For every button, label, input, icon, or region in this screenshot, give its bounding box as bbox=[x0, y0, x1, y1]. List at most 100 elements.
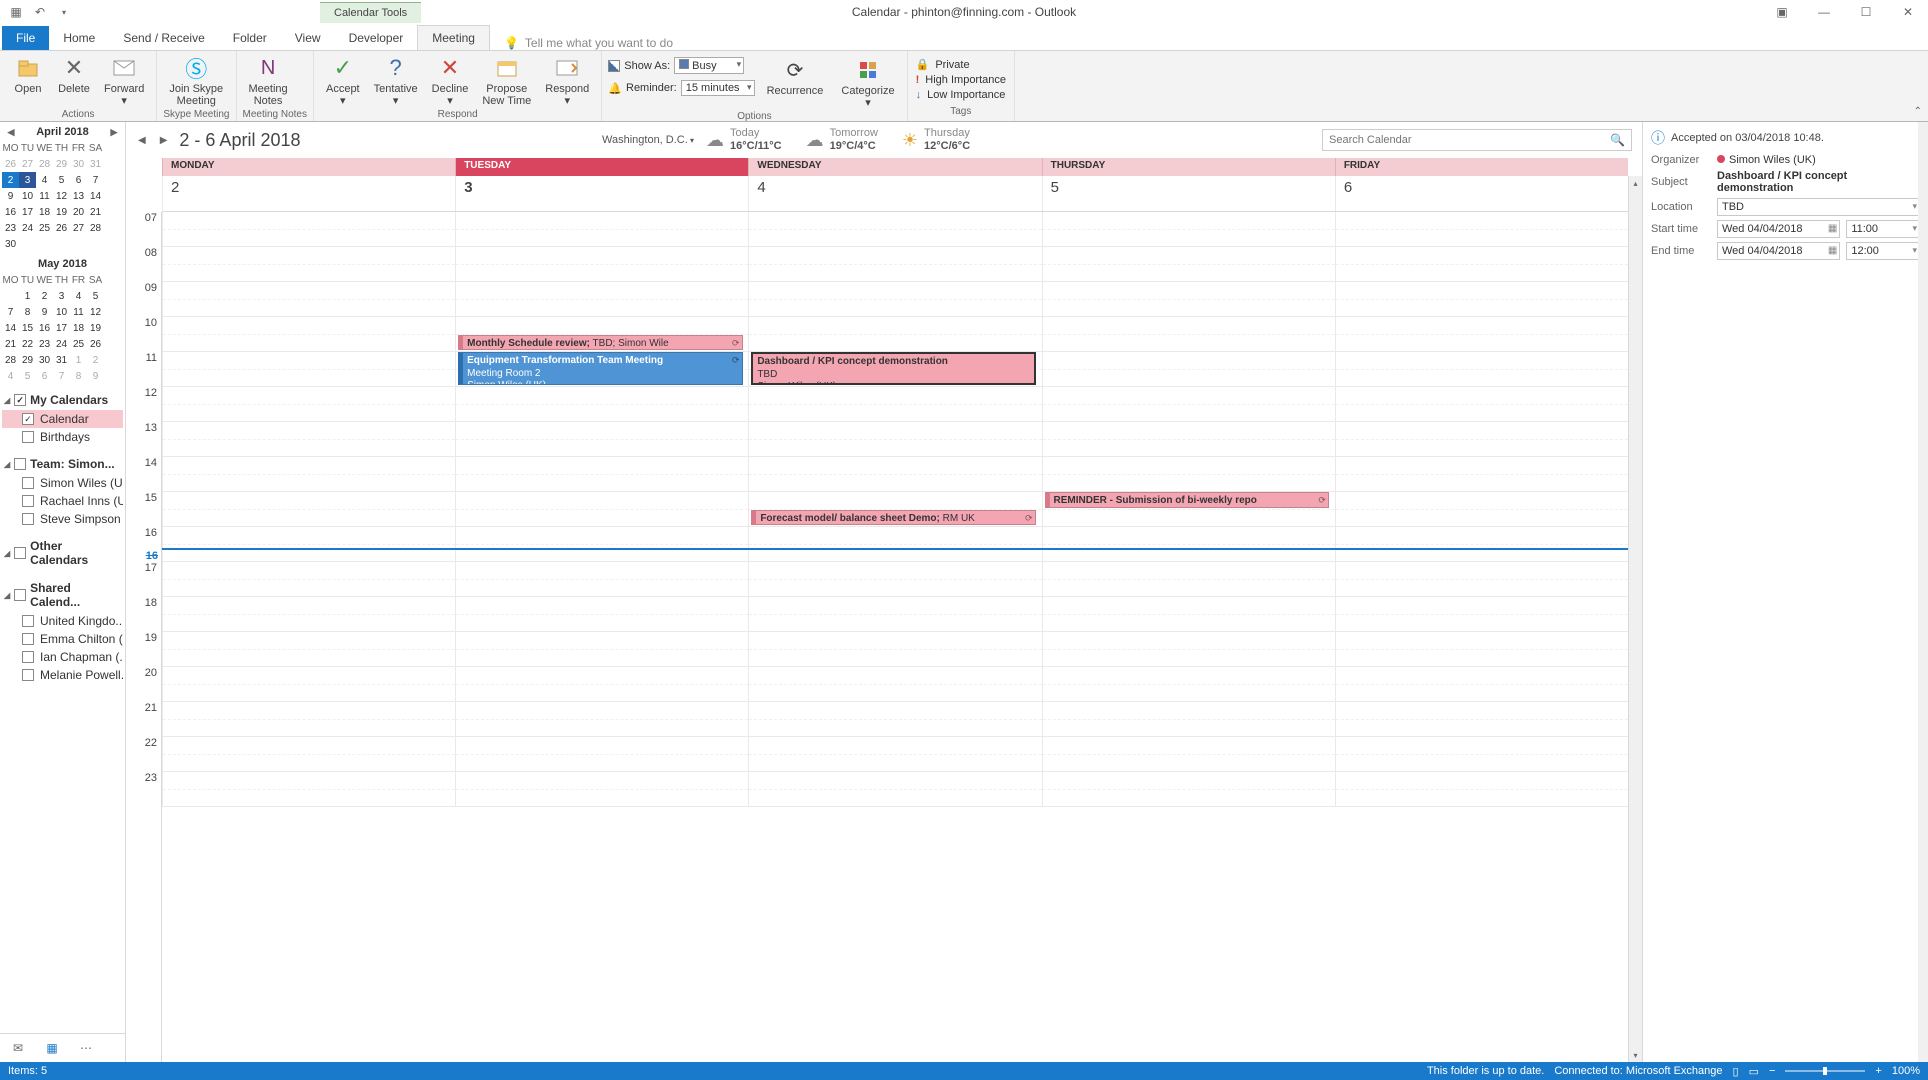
time-slot[interactable] bbox=[1042, 737, 1335, 772]
time-slot[interactable] bbox=[748, 422, 1041, 457]
time-slot[interactable] bbox=[1335, 387, 1628, 422]
time-slot[interactable] bbox=[748, 282, 1041, 317]
day-number[interactable]: 5 bbox=[1042, 176, 1335, 211]
vertical-scrollbar[interactable]: ▴ ▾ bbox=[1628, 176, 1642, 1062]
calendar-day[interactable]: 26 bbox=[53, 220, 70, 236]
calendar-item[interactable]: United Kingdo... bbox=[2, 612, 123, 630]
calendar-day[interactable] bbox=[87, 236, 104, 252]
search-box[interactable]: 🔍 bbox=[1322, 129, 1632, 151]
maximize-button[interactable]: ☐ bbox=[1846, 0, 1886, 24]
calendar-nav-icon[interactable]: ▦ bbox=[42, 1038, 62, 1058]
time-slot[interactable] bbox=[1042, 562, 1335, 597]
time-slot[interactable] bbox=[748, 387, 1041, 422]
time-slot[interactable] bbox=[162, 632, 455, 667]
calendar-day[interactable]: 7 bbox=[53, 368, 70, 384]
calendar-item[interactable]: Birthdays bbox=[2, 428, 123, 446]
next-week-button[interactable]: ▶ bbox=[158, 133, 170, 148]
calendar-day[interactable]: 14 bbox=[87, 188, 104, 204]
calendar-checkbox[interactable] bbox=[22, 615, 34, 627]
time-slot[interactable] bbox=[455, 562, 748, 597]
scroll-down-icon[interactable]: ▾ bbox=[1629, 1048, 1642, 1062]
time-slot[interactable] bbox=[455, 667, 748, 702]
time-slot[interactable] bbox=[1042, 352, 1335, 387]
high-importance-button[interactable]: !High Importance bbox=[914, 73, 1008, 87]
calendar-checkbox[interactable] bbox=[22, 633, 34, 645]
calendar-day[interactable]: 14 bbox=[2, 320, 19, 336]
calendar-item[interactable]: ✓Calendar bbox=[2, 410, 123, 428]
time-slot[interactable] bbox=[455, 632, 748, 667]
calendar-day[interactable]: 23 bbox=[36, 336, 53, 352]
calendar-day[interactable]: 16 bbox=[36, 320, 53, 336]
time-slot[interactable] bbox=[748, 562, 1041, 597]
time-slot[interactable] bbox=[1042, 422, 1335, 457]
calendar-day[interactable]: 25 bbox=[70, 336, 87, 352]
qat-undo-icon[interactable]: ↶ bbox=[32, 4, 48, 20]
day-number[interactable]: 3 bbox=[455, 176, 748, 211]
calendar-day[interactable]: 25 bbox=[36, 220, 53, 236]
calendar-group-header[interactable]: ◢Shared Calend... bbox=[2, 578, 123, 612]
calendar-day[interactable]: 30 bbox=[2, 236, 19, 252]
day-number[interactable]: 2 bbox=[162, 176, 455, 211]
calendar-day[interactable]: 30 bbox=[70, 156, 87, 172]
time-slot[interactable] bbox=[1042, 212, 1335, 247]
calendar-day[interactable]: 5 bbox=[87, 288, 104, 304]
tab-meeting[interactable]: Meeting bbox=[417, 25, 490, 50]
calendar-day[interactable] bbox=[36, 236, 53, 252]
calendar-day[interactable]: 10 bbox=[19, 188, 36, 204]
location-field[interactable]: TBD▾ bbox=[1717, 198, 1920, 216]
time-slot[interactable] bbox=[748, 527, 1041, 562]
time-slot[interactable] bbox=[748, 772, 1041, 807]
time-slot[interactable] bbox=[162, 527, 455, 562]
calendar-day[interactable]: 1 bbox=[70, 352, 87, 368]
calendar-day[interactable]: 29 bbox=[19, 352, 36, 368]
ribbon-display-icon[interactable]: ▣ bbox=[1762, 0, 1802, 24]
time-slot[interactable] bbox=[162, 212, 455, 247]
appointment[interactable]: Equipment Transformation Team MeetingMee… bbox=[458, 352, 742, 385]
collapse-ribbon-icon[interactable]: ⌃ bbox=[1914, 106, 1922, 117]
time-slot[interactable] bbox=[1335, 282, 1628, 317]
tentative-button[interactable]: ?Tentative▾ bbox=[368, 53, 424, 109]
time-slot[interactable] bbox=[455, 457, 748, 492]
calendar-day[interactable]: 20 bbox=[70, 204, 87, 220]
calendar-group-header[interactable]: ◢✓My Calendars bbox=[2, 390, 123, 410]
calendar-day[interactable]: 12 bbox=[87, 304, 104, 320]
day-number[interactable]: 4 bbox=[748, 176, 1041, 211]
time-slot[interactable] bbox=[162, 492, 455, 527]
group-checkbox[interactable] bbox=[14, 458, 26, 470]
calendar-day[interactable]: 22 bbox=[19, 336, 36, 352]
decline-button[interactable]: ✕Decline▾ bbox=[426, 53, 475, 109]
close-button[interactable]: ✕ bbox=[1888, 0, 1928, 24]
time-slot[interactable] bbox=[455, 282, 748, 317]
time-slot[interactable] bbox=[455, 492, 748, 527]
time-slot[interactable] bbox=[748, 597, 1041, 632]
time-slot[interactable] bbox=[162, 737, 455, 772]
time-slot[interactable] bbox=[748, 212, 1041, 247]
calendar-day[interactable]: 21 bbox=[2, 336, 19, 352]
time-slot[interactable] bbox=[1335, 737, 1628, 772]
calendar-day[interactable]: 17 bbox=[19, 204, 36, 220]
calendar-day[interactable]: 28 bbox=[2, 352, 19, 368]
search-icon[interactable]: 🔍 bbox=[1610, 133, 1625, 147]
time-slot[interactable] bbox=[748, 737, 1041, 772]
open-button[interactable]: Open bbox=[6, 53, 50, 97]
calendar-item[interactable]: Melanie Powell... bbox=[2, 666, 123, 684]
time-slot[interactable] bbox=[748, 702, 1041, 737]
calendar-item[interactable]: Steve Simpson (... bbox=[2, 510, 123, 528]
zoom-slider[interactable] bbox=[1785, 1066, 1865, 1076]
time-slot[interactable] bbox=[1042, 317, 1335, 352]
appointment[interactable]: Forecast model/ balance sheet Demo; RM U… bbox=[751, 510, 1035, 526]
calendar-group-header[interactable]: ◢Other Calendars bbox=[2, 536, 123, 570]
calendar-item[interactable]: Emma Chilton (... bbox=[2, 630, 123, 648]
appointment[interactable]: Monthly Schedule review; TBD; Simon Wile… bbox=[458, 335, 742, 351]
time-slot[interactable] bbox=[1042, 527, 1335, 562]
time-slot[interactable] bbox=[1335, 492, 1628, 527]
calendar-day[interactable]: 8 bbox=[70, 368, 87, 384]
weather-location[interactable]: Washington, D.C. bbox=[602, 134, 694, 146]
view-normal-icon[interactable]: ▯ bbox=[1733, 1065, 1739, 1078]
calendar-day[interactable]: 24 bbox=[53, 336, 70, 352]
time-slot[interactable] bbox=[455, 422, 748, 457]
calendar-day[interactable]: 2 bbox=[87, 352, 104, 368]
meeting-notes-button[interactable]: NMeeting Notes bbox=[243, 53, 294, 109]
calendar-checkbox[interactable]: ✓ bbox=[22, 413, 34, 425]
calendar-day[interactable]: 4 bbox=[36, 172, 53, 188]
